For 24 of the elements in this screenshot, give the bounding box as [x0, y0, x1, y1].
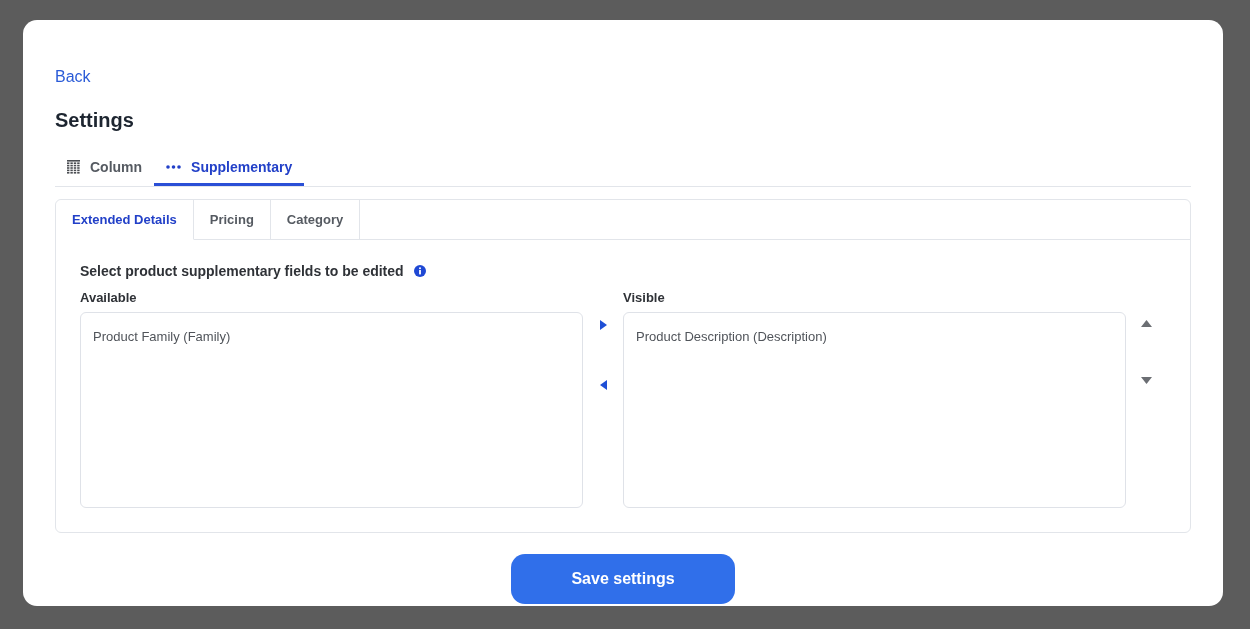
move-up-button[interactable]	[1138, 318, 1154, 329]
list-item[interactable]: Product Description (Description)	[624, 327, 839, 347]
subtab[interactable]: Category	[270, 200, 361, 240]
triangle-left-icon	[599, 380, 607, 390]
info-icon[interactable]	[413, 265, 426, 277]
listbox[interactable]: Product Description (Description)	[623, 312, 1126, 508]
dialog-title: Settings	[55, 108, 134, 132]
triangle-right-icon	[599, 320, 607, 330]
triangle-down-icon	[1140, 377, 1152, 384]
listbox[interactable]: Product Family (Family)	[80, 312, 583, 508]
subtab[interactable]: Pricing	[193, 200, 271, 240]
back-link[interactable]: Back	[55, 67, 91, 87]
move-down-button[interactable]	[1138, 375, 1154, 386]
available-label: Available	[80, 289, 138, 307]
triangle-up-icon	[1140, 320, 1152, 327]
section-heading: Select product supplementary fields to be edited	[80, 262, 404, 280]
tab[interactable]: Column	[55, 150, 155, 186]
list-item[interactable]: Product Family (Family)	[81, 327, 243, 347]
move-right-button[interactable]	[597, 318, 609, 332]
tab[interactable]: Supplementary	[154, 150, 305, 186]
more-dots-icon	[166, 164, 182, 169]
save-button[interactable]: Save settings	[511, 554, 735, 604]
table-grid-icon	[67, 159, 80, 174]
visible-label: Visible	[623, 289, 666, 307]
